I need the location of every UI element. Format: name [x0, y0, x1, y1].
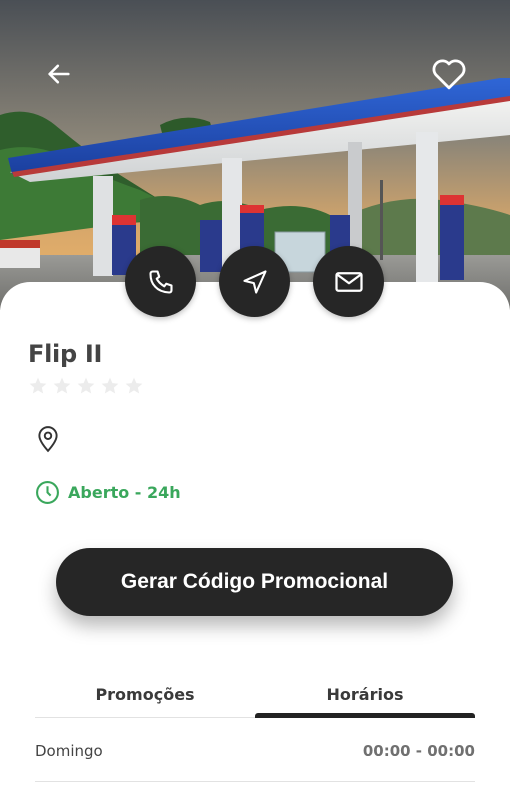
tab-hours[interactable]: Horários	[255, 670, 475, 718]
tab-promotions[interactable]: Promoções	[35, 670, 255, 718]
clock-icon	[36, 481, 59, 504]
back-button[interactable]	[37, 52, 81, 96]
hours-status-text: Aberto - 24h	[68, 483, 181, 502]
star-icon	[125, 377, 143, 394]
heart-icon	[432, 59, 466, 90]
active-tab-indicator	[255, 713, 475, 718]
generate-promo-code-button[interactable]: Gerar Código Promocional	[56, 548, 453, 616]
phone-icon	[148, 269, 173, 294]
call-button[interactable]	[125, 246, 196, 317]
arrow-left-icon	[48, 64, 70, 84]
schedule-hours: 00:00 - 00:00	[362, 741, 475, 760]
star-icon	[29, 377, 47, 394]
email-button[interactable]	[313, 246, 384, 317]
mail-icon	[334, 271, 363, 292]
contact-actions	[0, 246, 510, 318]
station-name: Flip II	[28, 340, 103, 368]
opening-status: Aberto - 24h	[35, 480, 181, 505]
rating-stars	[28, 376, 144, 396]
map-pin-icon	[38, 426, 58, 453]
schedule-day: Domingo	[35, 741, 103, 760]
schedule-row: Domingo 00:00 - 00:00	[35, 720, 475, 782]
star-icon	[101, 377, 119, 394]
star-icon	[77, 377, 95, 394]
navigate-button[interactable]	[219, 246, 290, 317]
tab-bar: Promoções Horários	[35, 670, 475, 718]
star-icon	[53, 377, 71, 394]
navigation-icon	[242, 269, 267, 294]
favorite-button[interactable]	[427, 52, 471, 96]
